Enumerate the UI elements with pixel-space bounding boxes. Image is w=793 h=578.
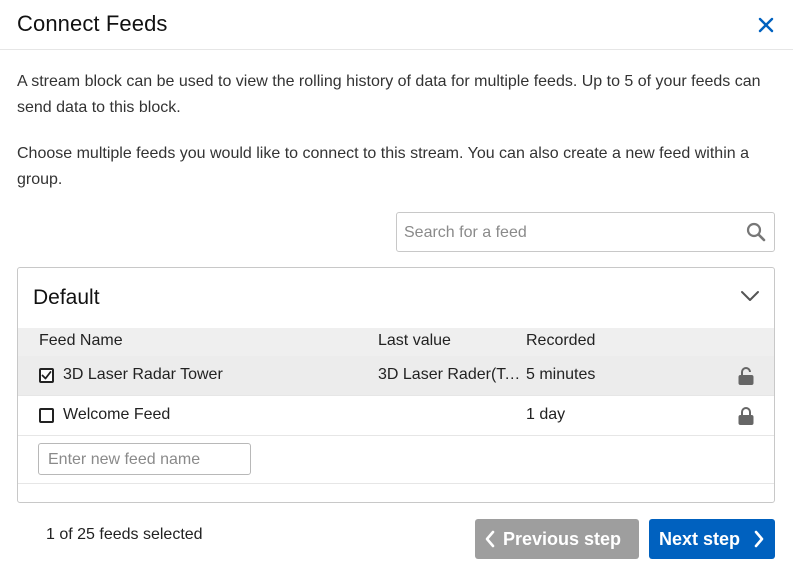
feed-name: 3D Laser Radar Tower <box>63 366 223 383</box>
feed-search <box>396 212 775 252</box>
divider <box>18 483 774 484</box>
column-feed-name: Feed Name <box>39 332 123 349</box>
locked-icon[interactable] <box>737 406 755 426</box>
next-step-button[interactable]: Next step <box>649 519 775 559</box>
selection-status: 1 of 25 feeds selected <box>46 526 203 543</box>
table-header: Feed Name Last value Recorded <box>18 328 774 356</box>
dialog-header: Connect Feeds <box>0 0 793 50</box>
feed-last-value: 3D Laser Rader(Tower) Data <box>378 366 526 383</box>
unlocked-icon[interactable] <box>737 366 755 386</box>
chevron-right-icon <box>754 530 764 548</box>
feed-recorded: 1 day <box>526 406 566 423</box>
search-icon[interactable] <box>746 222 766 242</box>
feed-name: Welcome Feed <box>63 406 171 423</box>
close-icon[interactable] <box>755 14 777 36</box>
instruction-text: Choose multiple feeds you would like to … <box>17 145 749 188</box>
feed-checkbox[interactable] <box>39 408 54 423</box>
feed-checkbox[interactable] <box>39 368 54 383</box>
chevron-down-icon[interactable] <box>740 289 760 303</box>
connect-feeds-dialog: Connect Feeds A stream block can be used… <box>0 0 793 578</box>
new-feed-field <box>38 443 251 475</box>
feed-group-panel: Default Feed Name Last value Recorded 3D… <box>17 267 775 503</box>
description-text: A stream block can be used to view the r… <box>17 73 761 116</box>
previous-step-label: Previous step <box>503 529 622 549</box>
group-name: Default <box>33 286 100 309</box>
new-feed-input[interactable] <box>48 449 243 471</box>
previous-step-button[interactable]: Previous step <box>475 519 639 559</box>
chevron-left-icon <box>485 530 495 548</box>
table-row[interactable]: 3D Laser Radar Tower 3D Laser Rader(Towe… <box>18 356 774 396</box>
search-input[interactable] <box>404 221 734 245</box>
table-row[interactable]: Welcome Feed 1 day <box>18 396 774 436</box>
column-recorded: Recorded <box>526 332 596 349</box>
next-step-label: Next step <box>659 529 741 549</box>
dialog-title: Connect Feeds <box>17 11 168 36</box>
column-last-value: Last value <box>378 332 451 349</box>
feed-recorded: 5 minutes <box>526 366 596 383</box>
